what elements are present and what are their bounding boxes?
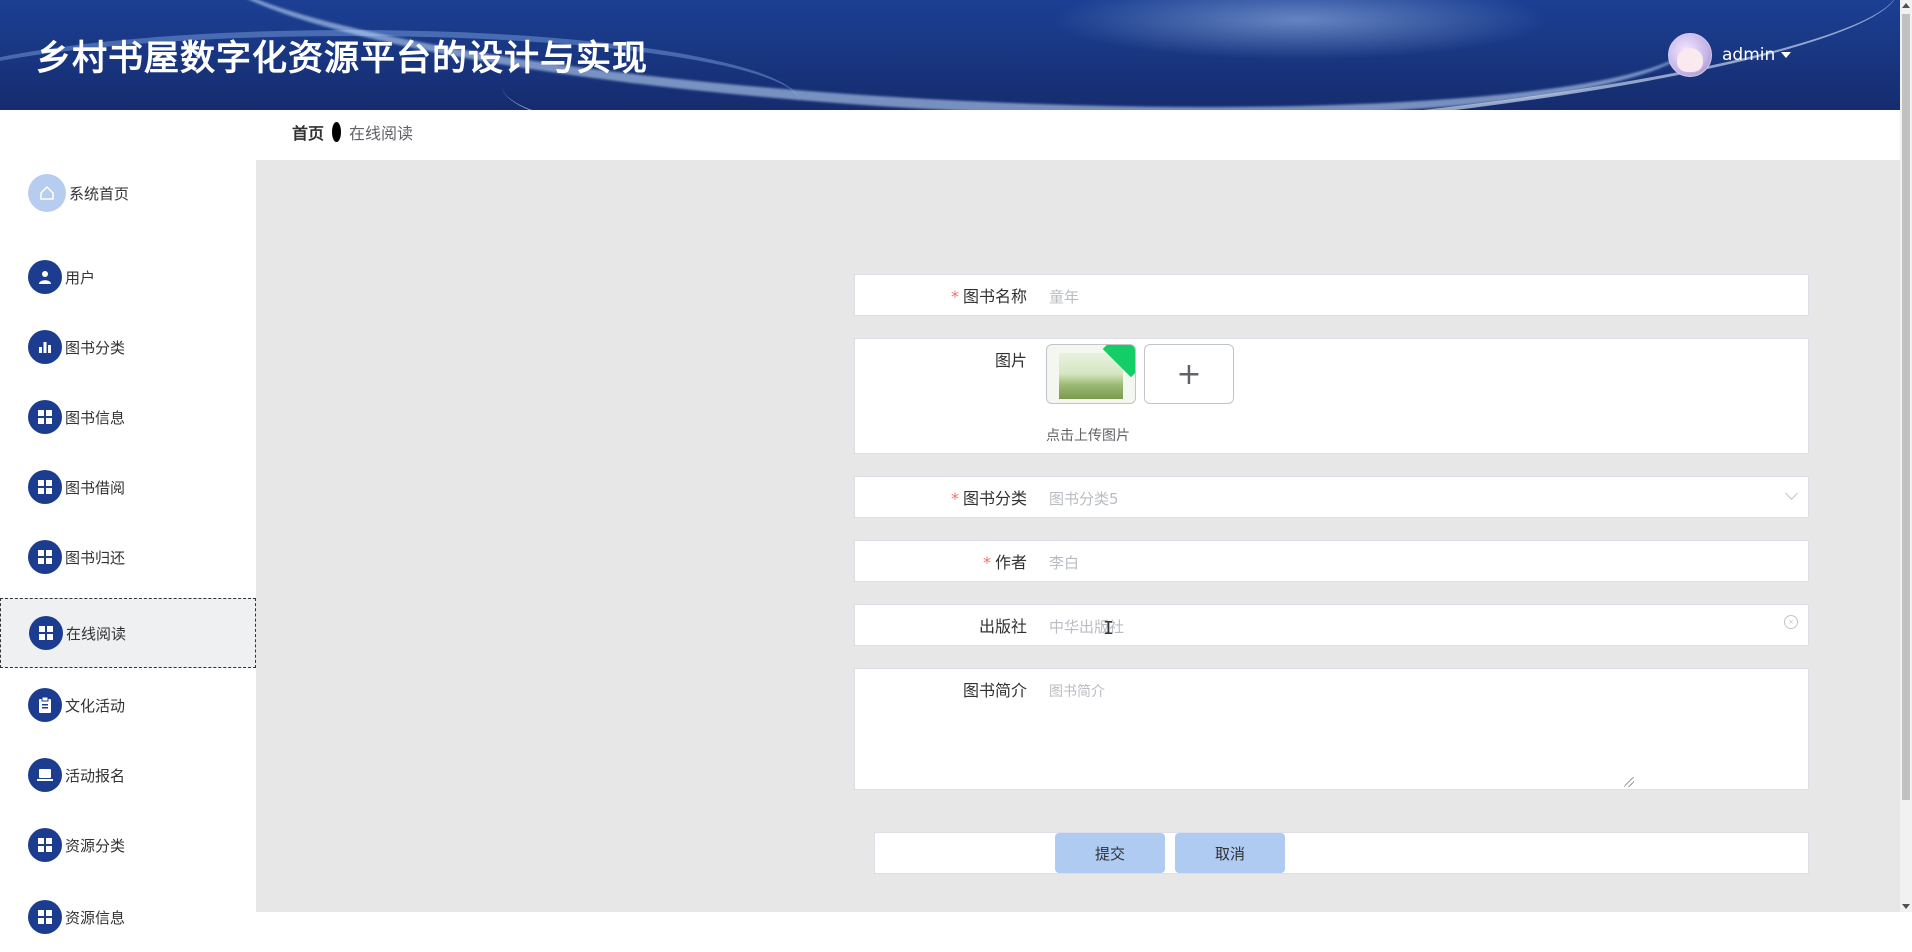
- required-mark: *: [982, 553, 991, 572]
- sidebar-item-resource-category[interactable]: 资源分类: [0, 810, 256, 880]
- avatar[interactable]: [1668, 33, 1712, 77]
- category-label: * 图书分类: [855, 485, 1027, 509]
- image-label: 图片: [994, 351, 1027, 370]
- sidebar-item-label: 在线阅读: [66, 624, 127, 643]
- sidebar-item-label: 图书信息: [65, 408, 126, 427]
- intro-textarea[interactable]: 图书简介: [1049, 681, 1105, 701]
- sidebar-item-label: 系统首页: [69, 184, 130, 203]
- plus-icon: +: [1176, 356, 1202, 392]
- category-select[interactable]: 图书分类5: [1049, 488, 1119, 509]
- breadcrumb-separator-icon: [332, 122, 342, 142]
- author-input[interactable]: 李白: [1049, 552, 1079, 573]
- upload-tip: 点击上传图片: [1046, 428, 1130, 444]
- home-icon: [28, 174, 66, 212]
- form-row-category: * 图书分类 图书分类5: [854, 476, 1809, 518]
- clipboard-icon: [28, 688, 62, 722]
- category-label-text: 图书分类: [962, 489, 1027, 508]
- sidebar-item-label: 图书借阅: [65, 478, 126, 497]
- upload-button[interactable]: +: [1144, 344, 1234, 404]
- sidebar-item-cultural-activities[interactable]: 文化活动: [0, 670, 256, 740]
- username[interactable]: admin: [1722, 45, 1775, 65]
- author-label-text: 作者: [994, 553, 1027, 572]
- clear-icon[interactable]: ×: [1784, 615, 1798, 629]
- grid-icon: [28, 540, 62, 574]
- sidebar-item-users[interactable]: 用户: [0, 242, 256, 312]
- required-mark: *: [950, 489, 959, 508]
- book-name-label-text: 图书名称: [962, 287, 1027, 306]
- scrollbar-thumb[interactable]: [1902, 14, 1910, 800]
- book-name-label: * 图书名称: [855, 283, 1027, 307]
- laptop-icon: [28, 758, 62, 792]
- uploaded-image-thumbnail[interactable]: [1046, 344, 1136, 404]
- grid-icon: [28, 400, 62, 434]
- sidebar-item-label: 活动报名: [65, 766, 126, 785]
- sidebar-item-book-return[interactable]: 图书归还: [0, 522, 256, 592]
- text-cursor-icon: I: [1103, 618, 1114, 639]
- author-label: * 作者: [855, 549, 1027, 573]
- sidebar: 系统首页 用户 图书分类 图书信息 图书借阅 图书归还 在线阅读 文化活动 活动…: [0, 140, 256, 934]
- caret-down-icon[interactable]: [1781, 52, 1792, 58]
- user-icon: [28, 260, 62, 294]
- form-row-image: 图片 + 点击上传图片: [854, 338, 1809, 454]
- app-title: 乡村书屋数字化资源平台的设计与实现: [36, 39, 649, 79]
- intro-label: 图书简介: [962, 681, 1027, 700]
- sidebar-item-label: 用户: [65, 268, 96, 287]
- sidebar-item-online-reading[interactable]: 在线阅读: [0, 598, 256, 668]
- breadcrumb-current: 在线阅读: [349, 124, 414, 143]
- sidebar-item-label: 图书分类: [65, 338, 126, 357]
- publisher-label: 出版社: [978, 617, 1027, 636]
- sidebar-item-label: 文化活动: [65, 696, 126, 715]
- bar-chart-icon: [28, 330, 62, 364]
- required-mark: *: [950, 287, 959, 306]
- page-scrollbar[interactable]: [1900, 0, 1912, 912]
- user-menu[interactable]: admin: [1668, 33, 1792, 77]
- form-row-publisher: 出版社 中华出版社 I ×: [854, 604, 1809, 646]
- form-actions: 提交 取消: [874, 832, 1809, 874]
- sidebar-item-book-info[interactable]: 图书信息: [0, 382, 256, 452]
- chevron-down-icon[interactable]: [1785, 487, 1798, 500]
- sidebar-item-home[interactable]: 系统首页: [0, 158, 256, 228]
- sidebar-item-resource-info[interactable]: 资源信息: [0, 882, 256, 952]
- sidebar-item-label: 资源信息: [65, 908, 126, 927]
- sidebar-item-book-borrow[interactable]: 图书借阅: [0, 452, 256, 522]
- header-banner: 乡村书屋数字化资源平台的设计与实现 admin: [0, 0, 1900, 110]
- resize-handle-icon[interactable]: [1624, 777, 1634, 787]
- book-name-input[interactable]: 童年: [1049, 286, 1079, 307]
- breadcrumb: 首页 在线阅读: [292, 120, 413, 144]
- grid-icon: [28, 900, 62, 934]
- grid-icon: [28, 828, 62, 862]
- grid-icon: [28, 470, 62, 504]
- sidebar-item-label: 图书归还: [65, 548, 126, 567]
- scroll-down-icon[interactable]: [1902, 904, 1910, 909]
- breadcrumb-home[interactable]: 首页: [292, 120, 324, 144]
- sidebar-item-label: 资源分类: [65, 836, 126, 855]
- sidebar-item-activity-signup[interactable]: 活动报名: [0, 740, 256, 810]
- scroll-up-icon[interactable]: [1902, 3, 1910, 8]
- grid-icon: [29, 616, 63, 650]
- form-row-author: * 作者 李白: [854, 540, 1809, 582]
- cancel-button[interactable]: 取消: [1175, 833, 1285, 873]
- submit-button[interactable]: 提交: [1055, 833, 1165, 873]
- form-row-intro: 图书简介 图书简介: [854, 668, 1809, 790]
- sidebar-item-book-category[interactable]: 图书分类: [0, 312, 256, 382]
- form-row-book-name: * 图书名称 童年: [854, 274, 1809, 316]
- main-content: * 图书名称 童年 图片 + 点击上传图片 * 图书分类 图书分类5 * 作者 李白 …: [256, 160, 1900, 912]
